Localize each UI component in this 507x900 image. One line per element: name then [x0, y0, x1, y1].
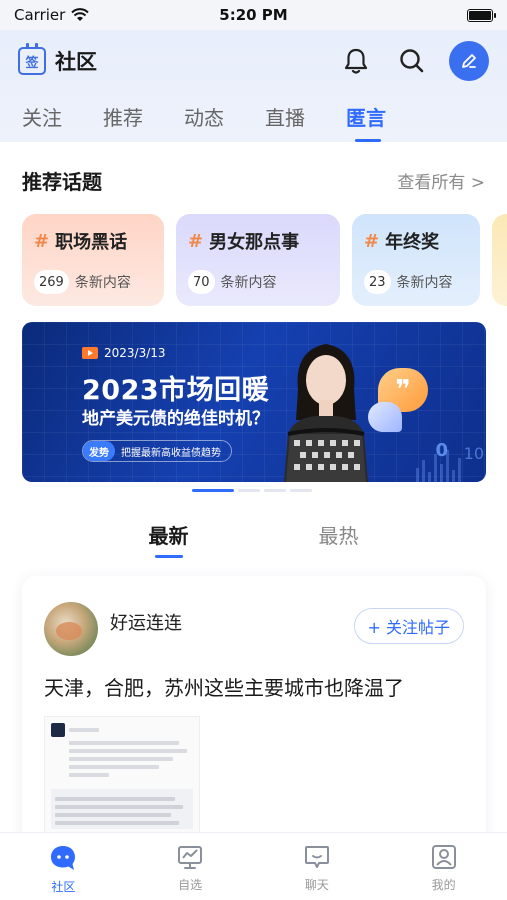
promo-banner[interactable]: 2023/3/13 2023市场回暖 地产美元债的绝佳时机？ 发势 把握最新高收益… — [22, 322, 486, 482]
topic-name: 年终奖 — [385, 232, 440, 253]
carousel-dot — [238, 489, 260, 492]
tabbar-item-watchlist[interactable]: 自选 — [127, 833, 254, 900]
tab-hottest[interactable]: 最热 — [319, 520, 359, 556]
topic-count-label: 条新内容 — [220, 275, 277, 291]
pencil-icon — [462, 54, 476, 68]
topic-count: 269 — [34, 270, 69, 294]
page-title: 社区 — [55, 50, 97, 74]
banner-digit: 10 — [463, 444, 484, 463]
section-title: 推荐话题 — [22, 170, 102, 194]
tabbar-label: 聊天 — [304, 878, 329, 892]
post-card[interactable]: 好运连连 + 关注帖子 天津，合肥，苏州这些主要城市也降温了 — [22, 576, 486, 832]
tabbar-item-chat[interactable]: 聊天 — [254, 833, 381, 900]
banner-subtitle: 地产美元债的绝佳时机？ — [82, 409, 269, 429]
search-icon[interactable] — [393, 42, 431, 80]
bell-icon[interactable] — [337, 42, 375, 80]
post-image[interactable] — [44, 716, 200, 832]
calendar-sign-icon: 签 — [18, 43, 46, 75]
tab-latest[interactable]: 最新 — [149, 520, 189, 558]
tabbar-item-profile[interactable]: 我的 — [380, 833, 507, 900]
topic-name: 职场黑话 — [55, 232, 128, 253]
bottom-tab-bar: 社区 自选 聊天 我的 — [0, 832, 507, 900]
post-text: 天津，合肥，苏州这些主要城市也降温了 — [44, 676, 404, 700]
video-icon — [82, 347, 98, 359]
tabbar-label: 自选 — [178, 878, 203, 892]
topic-card[interactable]: # 年终奖 23 条新内容 — [352, 214, 480, 306]
banner-tag-pill: 发势 — [83, 441, 115, 461]
content-area: 推荐话题 查看所有 > # 职场黑话 269 条新内容 # 男女那点事 70 条新内容 … — [0, 142, 507, 832]
banner-digit: 0 — [435, 440, 448, 461]
watchlist-icon — [178, 846, 203, 869]
carousel-dot-active — [192, 489, 234, 492]
battery-icon — [467, 8, 496, 22]
chat-icon — [304, 846, 329, 868]
presenter-image — [284, 344, 368, 482]
topic-card[interactable]: # 职场黑话 269 条新内容 — [22, 214, 164, 306]
topic-count: 70 — [188, 270, 215, 294]
tabbar-label: 社区 — [51, 880, 76, 894]
header-tabs: 关注 推荐 动态 直播 匿言 — [22, 102, 427, 142]
profile-icon — [431, 845, 456, 869]
follow-post-button[interactable]: + 关注帖子 — [353, 608, 464, 644]
tab-recommended[interactable]: 推荐 — [103, 102, 184, 140]
tab-live[interactable]: 直播 — [265, 102, 346, 140]
tab-updates[interactable]: 动态 — [184, 102, 265, 140]
header: 签 社区 关注 推荐 动态 直播 匿言 — [0, 30, 507, 142]
chat-bubble-icon — [368, 402, 402, 432]
hash-icon: # — [188, 230, 204, 252]
tabbar-label: 我的 — [431, 878, 456, 892]
banner-date: 2023/3/13 — [104, 346, 166, 360]
wifi-icon — [71, 8, 90, 21]
topic-count: 23 — [364, 270, 391, 294]
tabbar-item-community[interactable]: 社区 — [0, 833, 127, 900]
community-icon — [51, 846, 76, 870]
banner-title: 2023市场回暖 — [82, 375, 270, 406]
topic-name: 男女那点事 — [209, 232, 300, 253]
author-name[interactable]: 好运连连 — [110, 609, 182, 635]
carrier-label: Carrier — [14, 6, 66, 24]
avatar[interactable] — [44, 602, 98, 656]
topic-card[interactable]: # 男女那点事 70 条新内容 — [176, 214, 340, 306]
tab-following[interactable]: 关注 — [22, 102, 103, 140]
see-all-link[interactable]: 查看所有 > — [397, 168, 485, 193]
topic-card-partial[interactable] — [492, 214, 507, 306]
banner-tag-text: 把握最新高收益债趋势 — [121, 447, 221, 459]
carousel-dot — [290, 489, 312, 492]
carousel-dot — [264, 489, 286, 492]
hash-icon: # — [34, 230, 50, 252]
banner-tag: 发势 把握最新高收益债趋势 — [82, 440, 232, 462]
topic-count-label: 条新内容 — [396, 275, 453, 291]
status-bar: Carrier 5:20 PM — [0, 0, 507, 30]
tab-anonymous[interactable]: 匿言 — [346, 102, 427, 142]
topic-count-label: 条新内容 — [74, 275, 131, 291]
hash-icon: # — [364, 230, 380, 252]
feed-tabs: 最新 最热 — [0, 520, 507, 558]
topic-list: # 职场黑话 269 条新内容 # 男女那点事 70 条新内容 # 年终奖 23 条新内容 — [22, 214, 507, 306]
compose-button[interactable] — [449, 41, 489, 81]
carousel-indicator — [192, 489, 312, 492]
